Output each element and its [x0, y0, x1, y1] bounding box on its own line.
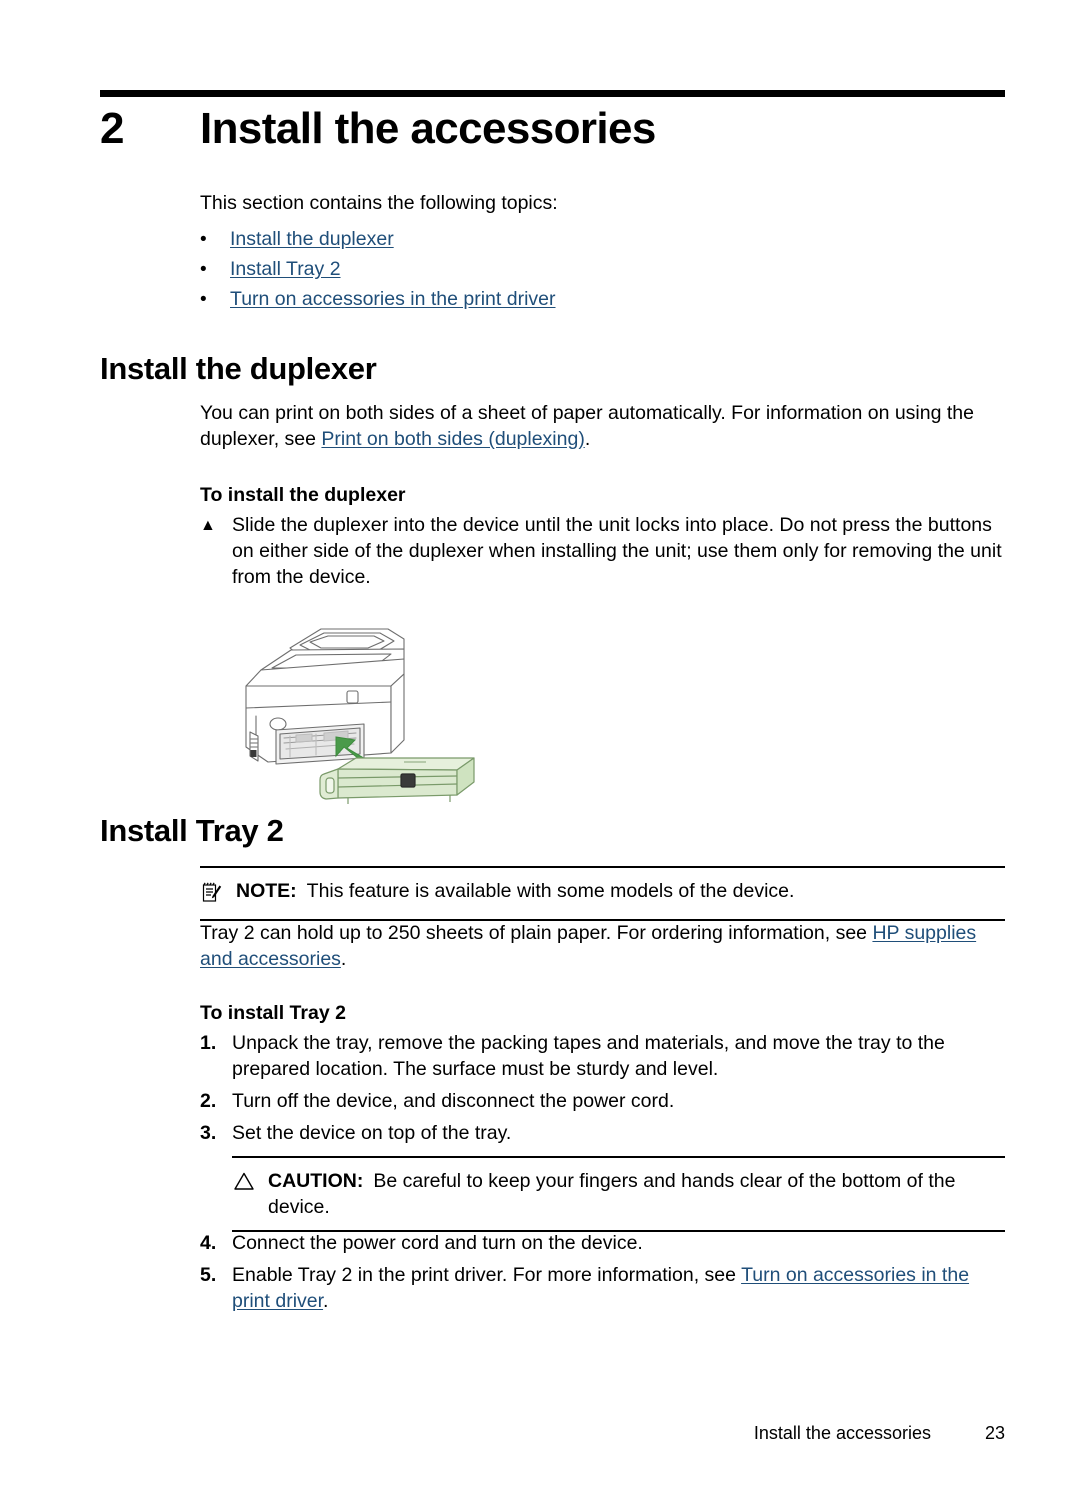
tray-intro-text-after: .	[340, 948, 347, 970]
step-text-with-link: Enable Tray 2 in the print driver. For m…	[232, 1262, 1005, 1314]
duplexer-intro-wrapper: You can print on both sides of a sheet o…	[200, 400, 1005, 452]
note-text: This feature is available with some mode…	[306, 880, 795, 902]
toc-link-turn-on-accessories[interactable]: Turn on accessories in the print driver	[230, 286, 556, 312]
bullet-glyph: •	[200, 259, 207, 280]
step-number: 2.	[200, 1090, 217, 1112]
list-item: 2. Turn off the device, and disconnect t…	[200, 1088, 1005, 1114]
step-text: Connect the power cord and turn on the d…	[232, 1232, 643, 1254]
footer-page-number: 23	[984, 1423, 1005, 1443]
caution-admonition: CAUTION: Be careful to keep your fingers …	[232, 1156, 1005, 1232]
list-item: 3. Set the device on top of the tray.	[200, 1120, 1005, 1146]
chapter-title: Install the accessories	[200, 104, 656, 153]
tray-steps-list-part1: 1. Unpack the tray, remove the packing t…	[200, 1030, 1005, 1152]
heading-install-the-duplexer: Install the duplexer	[100, 351, 377, 386]
step5-text-after: .	[323, 1290, 329, 1312]
footer-chapter-title: Install the accessories	[753, 1423, 931, 1443]
bullet-glyph: •	[200, 229, 207, 250]
step-number: 5.	[200, 1264, 217, 1286]
step-number: 4.	[200, 1232, 217, 1254]
caution-text: Be careful to keep your fingers and hand…	[268, 1170, 956, 1218]
toc-link-install-tray-2[interactable]: Install Tray 2	[230, 256, 341, 282]
tray-intro-wrapper: Tray 2 can hold up to 250 sheets of plai…	[200, 920, 1005, 972]
step5-text-before: Enable Tray 2 in the print driver. For m…	[232, 1264, 742, 1286]
document-page: 2 Install the accessories This section c…	[0, 0, 1080, 1495]
page-footer: Install the accessories 23	[100, 1422, 1005, 1444]
step-text: Turn off the device, and disconnect the …	[232, 1090, 675, 1112]
link-print-on-both-sides[interactable]: Print on both sides (duplexing)	[321, 428, 584, 450]
duplexer-intro-paragraph: You can print on both sides of a sheet o…	[200, 400, 1005, 452]
step-number: 3.	[200, 1122, 217, 1144]
duplexer-install-step-text: Slide the duplexer into the device until…	[232, 514, 1002, 588]
intro-paragraph-wrapper: This section contains the following topi…	[200, 190, 1005, 216]
duplexer-intro-text-after: .	[584, 428, 591, 450]
chapter-number: 2	[100, 104, 124, 153]
list-item: 5. Enable Tray 2 in the print driver. Fo…	[200, 1262, 1005, 1314]
chapter-heading: 2 Install the accessories	[100, 100, 1005, 164]
caution-label: CAUTION:	[268, 1170, 364, 1192]
duplexer-install-step: ▲ Slide the duplexer into the device unt…	[200, 512, 1005, 590]
warning-triangle-icon	[232, 1168, 268, 1220]
bullet-glyph: •	[200, 289, 207, 310]
step-text: Unpack the tray, remove the packing tape…	[232, 1032, 945, 1080]
list-item[interactable]: • Install Tray 2	[200, 256, 1005, 286]
tray-intro-text-before: Tray 2 can hold up to 250 sheets of plai…	[200, 922, 873, 944]
tray-steps-list-part2: 4. Connect the power cord and turn on th…	[200, 1230, 1005, 1320]
list-item: 1. Unpack the tray, remove the packing t…	[200, 1030, 1005, 1082]
note-admonition: NOTE: This feature is available with some…	[200, 866, 1005, 921]
toc-link-install-duplexer[interactable]: Install the duplexer	[230, 226, 394, 252]
heading-install-tray-2: Install Tray 2	[100, 813, 284, 848]
note-text-block: NOTE: This feature is available with some…	[236, 878, 1005, 909]
section-topics-list: • Install the duplexer • Install Tray 2 …	[200, 226, 1005, 316]
chapter-divider-rule	[100, 90, 1005, 97]
list-item[interactable]: • Turn on accessories in the print drive…	[200, 286, 1005, 316]
note-label: NOTE:	[236, 880, 297, 902]
step-number: 1.	[200, 1032, 217, 1054]
caution-text-block: CAUTION: Be careful to keep your fingers …	[268, 1168, 1005, 1220]
tray-intro-paragraph: Tray 2 can hold up to 250 sheets of plai…	[200, 920, 1005, 972]
intro-paragraph: This section contains the following topi…	[200, 192, 558, 214]
list-item: 4. Connect the power cord and turn on th…	[200, 1230, 1005, 1256]
printer-with-duplexer-illustration	[228, 612, 528, 804]
heading-to-install-tray-2: To install Tray 2	[200, 1002, 346, 1024]
step-text: Set the device on top of the tray.	[232, 1122, 512, 1144]
list-item[interactable]: • Install the duplexer	[200, 226, 1005, 256]
heading-to-install-the-duplexer: To install the duplexer	[200, 484, 406, 506]
note-pad-pencil-icon	[200, 878, 236, 909]
triangle-bullet-icon: ▲	[200, 517, 216, 534]
